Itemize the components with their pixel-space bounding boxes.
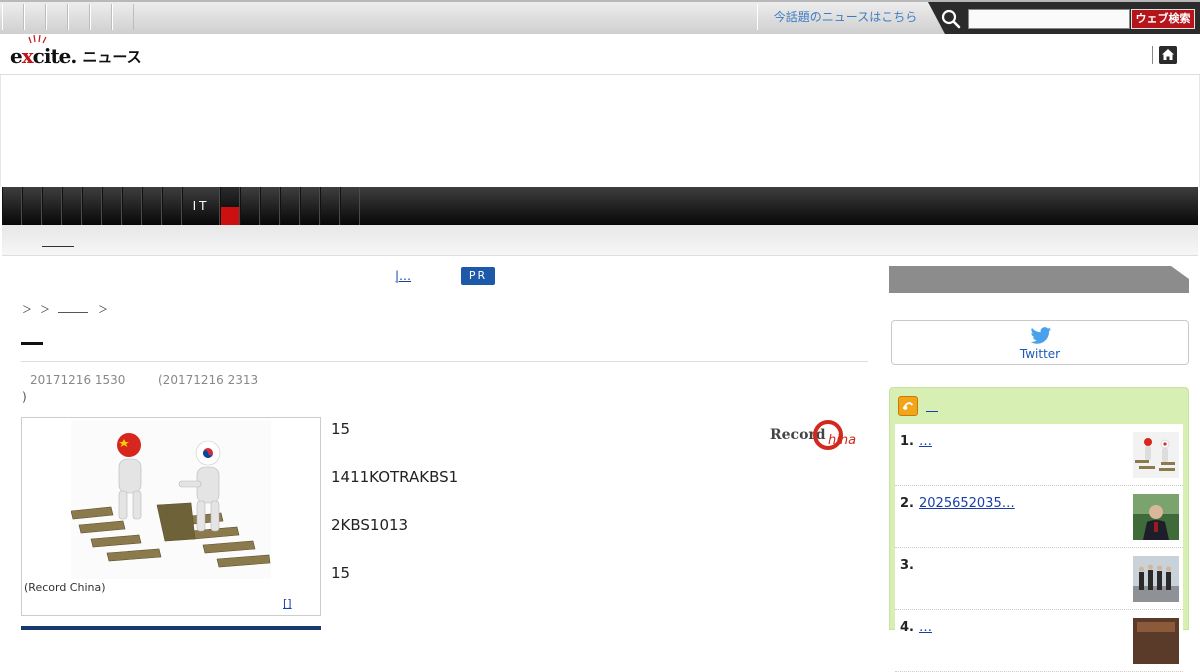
category-tab[interactable]: IT — [182, 187, 220, 225]
twitter-label: Twitter — [1019, 347, 1061, 361]
category-tab[interactable] — [162, 187, 182, 225]
sub-nav — [2, 225, 1198, 256]
article-title — [21, 342, 43, 345]
home-icon[interactable] — [1159, 46, 1177, 64]
utility-tab[interactable] — [68, 4, 90, 30]
category-tab[interactable] — [82, 187, 102, 225]
category-tab[interactable] — [220, 187, 240, 225]
ranking-title[interactable] — [919, 558, 965, 574]
record-china-logo[interactable]: Record hina — [770, 417, 870, 453]
pr-link[interactable]: |… — [395, 267, 451, 285]
search-icon[interactable] — [940, 9, 962, 29]
ranking-thumbnail[interactable] — [1133, 494, 1179, 540]
article-paragraph: 1411KOTRAKBS1 — [331, 468, 459, 486]
related-box-header — [21, 626, 321, 630]
article-paragraph: 15 — [331, 420, 351, 438]
ranking-number: 1. — [900, 434, 914, 449]
ranking-number: 4. — [900, 620, 914, 635]
twitter-follow-button[interactable]: Twitter — [891, 320, 1189, 365]
utility-tab[interactable] — [112, 4, 134, 30]
article-paragraph: 15 — [331, 564, 351, 582]
advertisement-area — [0, 75, 1200, 187]
ranking-title-link[interactable] — [926, 400, 938, 412]
ranking-item[interactable]: 2. 2025652035… — [895, 486, 1183, 548]
utility-tab[interactable] — [46, 4, 68, 30]
ranking-item[interactable]: 3. — [895, 548, 1183, 610]
article-paragraph: 2KBS1013 — [331, 516, 409, 534]
category-tab[interactable] — [240, 187, 260, 225]
photo-caption: (Record China) — [24, 581, 106, 594]
breadcrumb-separator: ＞ — [98, 304, 108, 316]
category-tab[interactable] — [42, 187, 62, 225]
sub-nav-link[interactable] — [42, 233, 74, 247]
updated-date: (20171216 2313 — [158, 373, 259, 387]
pr-row: |… PR — [395, 266, 495, 286]
logo-sparks-icon — [28, 34, 47, 44]
ranking-title[interactable]: … — [919, 434, 969, 449]
utility-tab[interactable] — [90, 4, 112, 30]
logo-section-name: ニュース — [82, 48, 142, 66]
utility-tab[interactable] — [24, 4, 46, 30]
ranking-header — [898, 396, 938, 416]
category-tab[interactable] — [320, 187, 340, 225]
utility-tab[interactable] — [2, 4, 24, 30]
divider — [1152, 46, 1153, 64]
category-tab[interactable] — [102, 187, 122, 225]
twitter-bird-icon — [1030, 327, 1052, 344]
category-tab[interactable] — [62, 187, 82, 225]
top-utility-bar: 今話題のニュースはこちら ウェブ検索 — [0, 0, 1200, 36]
ranking-list: 1. … 2. 2025652035… 3. 4. … — [895, 424, 1183, 672]
web-search-input[interactable] — [968, 9, 1130, 29]
category-tab[interactable] — [2, 187, 22, 225]
published-date: 20171216 1530 — [30, 373, 126, 387]
category-nav: IT — [2, 187, 1198, 225]
category-tab[interactable] — [300, 187, 320, 225]
category-tab[interactable] — [340, 187, 360, 225]
ranking-thumbnail[interactable] — [1133, 618, 1179, 664]
category-tab[interactable] — [22, 187, 42, 225]
logo-wordmark: excite. — [10, 44, 77, 68]
category-tab[interactable] — [122, 187, 142, 225]
ranking-number: 3. — [900, 558, 914, 573]
logo-bar: excite. ニュース — [0, 34, 1200, 75]
ranking-icon — [898, 396, 918, 416]
excite-news-logo[interactable]: excite. ニュース — [10, 34, 142, 68]
breadcrumb-link[interactable] — [58, 303, 88, 313]
ranking-number: 2. — [900, 496, 914, 511]
category-tab[interactable] — [280, 187, 300, 225]
svg-text:hina: hina — [828, 433, 856, 448]
ranking-item[interactable]: 4. … — [895, 610, 1183, 672]
utility-tabs — [2, 4, 134, 30]
category-tab[interactable] — [260, 187, 280, 225]
sidebar-header — [889, 266, 1189, 293]
photo-more-link[interactable]: [] — [283, 597, 319, 610]
ranking-thumbnail[interactable] — [1133, 556, 1179, 602]
ranking-title[interactable]: 2025652035… — [919, 496, 1091, 511]
web-search-button[interactable]: ウェブ検索 — [1131, 9, 1195, 29]
article-photo[interactable] — [71, 421, 271, 579]
title-divider — [21, 361, 868, 362]
ranking-thumbnail[interactable] — [1133, 432, 1179, 478]
category-tab[interactable] — [142, 187, 162, 225]
breadcrumb: ＞ ＞ ＞ — [22, 300, 116, 316]
pr-badge: PR — [461, 267, 495, 285]
trending-news-link[interactable]: 今話題のニュースはこちら — [757, 4, 933, 30]
breadcrumb-separator: ＞ — [40, 304, 50, 316]
ranking-box: 1. … 2. 2025652035… 3. 4. … — [889, 387, 1189, 672]
ranking-title[interactable]: … — [919, 620, 933, 635]
breadcrumb-separator: ＞ — [22, 304, 32, 316]
ranking-item[interactable]: 1. … — [895, 424, 1183, 486]
article-photo-box: (Record China) [] — [21, 417, 321, 616]
updated-date-close: ) — [22, 390, 27, 404]
